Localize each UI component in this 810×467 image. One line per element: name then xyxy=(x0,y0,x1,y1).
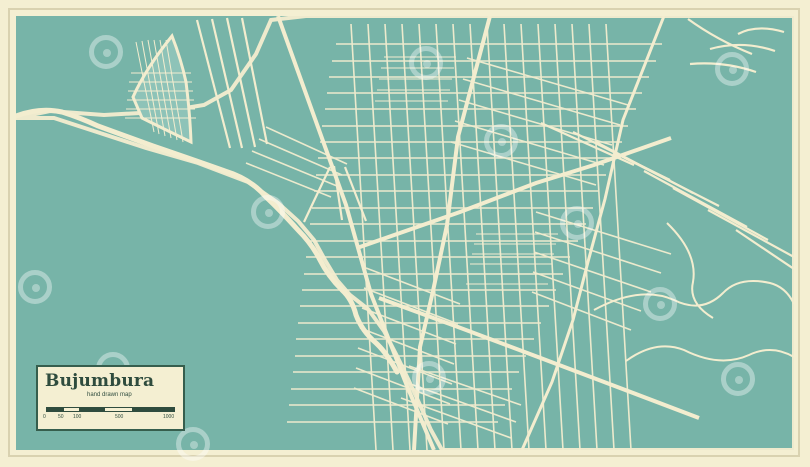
stock-logo-icon xyxy=(409,46,443,80)
map-subtitle: hand drawn map xyxy=(87,392,132,398)
stock-logo-icon xyxy=(484,124,518,158)
stock-logo-icon xyxy=(251,195,285,229)
scale-bar xyxy=(46,407,175,412)
stock-logo-icon xyxy=(18,270,52,304)
scale-labels: 0 50 100 500 1000 xyxy=(43,414,183,422)
map-legend: Bujumbura hand drawn map 0 50 100 500 10… xyxy=(36,365,185,431)
scale-label: 1000 xyxy=(163,414,175,420)
scale-label: 100 xyxy=(73,414,82,420)
scale-label: 50 xyxy=(58,414,64,420)
scale-label: 500 xyxy=(115,414,124,420)
stock-logo-icon xyxy=(715,52,749,86)
stock-logo-icon xyxy=(412,361,446,395)
map-title: Bujumbura xyxy=(45,371,155,391)
map-page: Bujumbura hand drawn map 0 50 100 500 10… xyxy=(0,0,810,467)
scale-label: 0 xyxy=(43,414,46,420)
stock-logo-icon xyxy=(89,35,123,69)
stock-logo-icon xyxy=(721,362,755,396)
stock-logo-icon xyxy=(643,287,677,321)
stock-logo-icon xyxy=(560,206,594,240)
stock-logo-icon xyxy=(176,427,210,461)
